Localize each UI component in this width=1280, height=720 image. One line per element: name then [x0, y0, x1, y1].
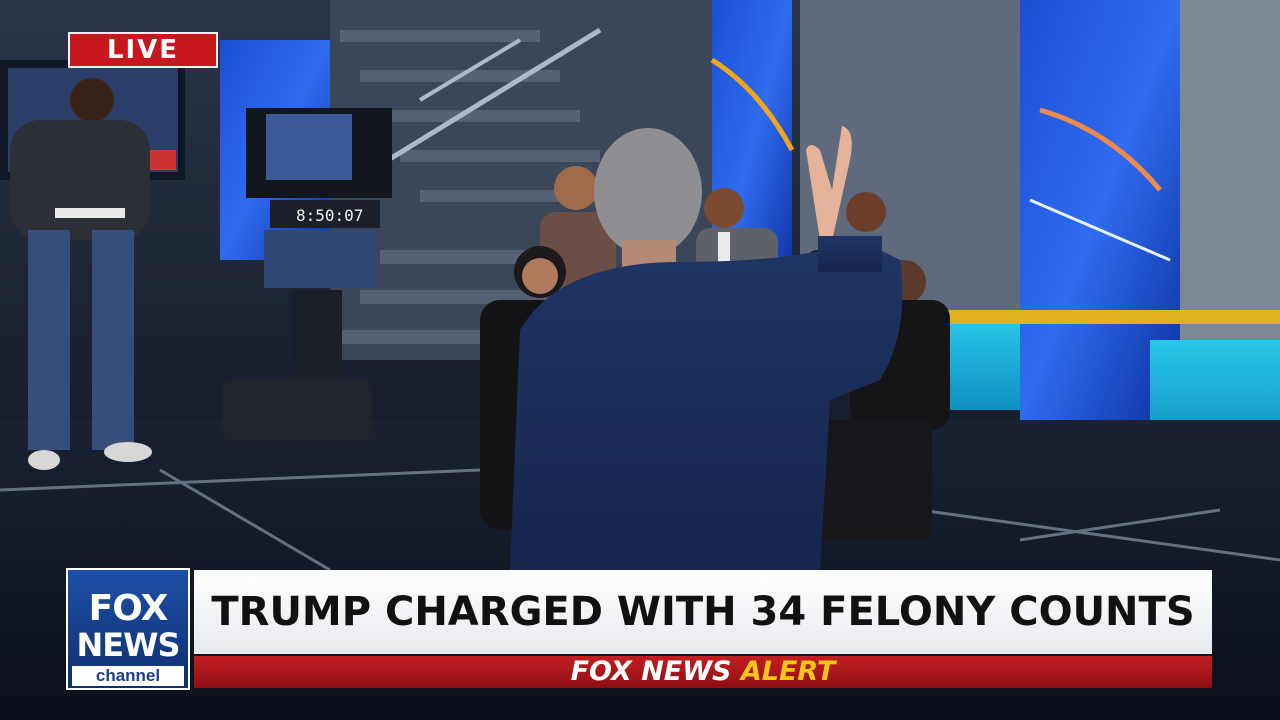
alert-brand: FOX NEWS	[570, 656, 732, 687]
lower-third: FOX NEWS channel TRUMP CHARGED WITH 34 F…	[66, 568, 1212, 690]
logo-fox-text: FOX	[88, 588, 169, 629]
alert-word: ALERT	[740, 656, 836, 687]
news-alert-bar: FOX NEWS ALERT	[194, 656, 1212, 688]
logo-news-text: NEWS	[76, 626, 181, 664]
logo-channel-text: channel	[72, 666, 184, 686]
live-badge: LIVE	[68, 32, 218, 68]
monitor-clock: 8:50:07	[296, 206, 363, 225]
fox-news-channel-logo: FOX NEWS channel	[66, 568, 190, 690]
headline: TRUMP CHARGED WITH 34 FELONY COUNTS	[194, 570, 1212, 654]
